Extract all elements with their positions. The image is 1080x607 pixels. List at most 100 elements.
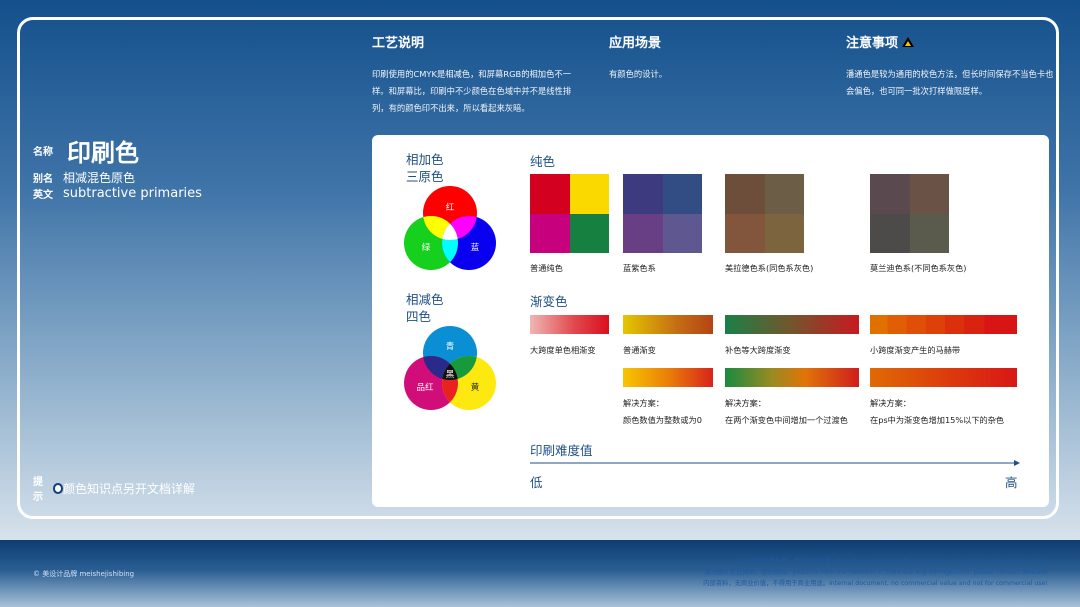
solution-block-1: 解决方案： 颜色数值为整数或为0 (623, 395, 702, 429)
note-value: 颜色知识点另开文档详解 (63, 481, 196, 496)
alias-tag: 别名 (33, 170, 63, 185)
difficulty-high: 高 (1005, 475, 1018, 490)
magenta-label: 品红 (416, 382, 434, 393)
additive-title-line1: 相加色 (406, 152, 444, 167)
swatch-cell (764, 213, 804, 253)
yellow-label: 黄 (471, 382, 480, 393)
subtractive-venn: 青 黑 品红 黄 (404, 326, 496, 410)
english-row: 英文 subtractive primaries (33, 186, 202, 201)
swatch-label-2: 蓝紫色系 (623, 263, 656, 273)
name-value: 印刷色 (67, 139, 139, 167)
gradient-bar-2 (623, 315, 713, 334)
additive-venn: 红 绿 蓝 (404, 186, 496, 270)
caution-title: 注意事项 (846, 32, 1056, 51)
swatch-group-1 (530, 174, 609, 253)
english-tag-text: 英文 (33, 190, 53, 201)
name-row: 名称 印刷色 (33, 133, 139, 168)
additive-title-line2: 三原色 (406, 169, 444, 184)
gradient-bar-1 (530, 315, 609, 334)
english-tag: 英文 (33, 186, 63, 201)
difficulty-arrow (530, 460, 1020, 466)
note-tag-text: 提示 (33, 477, 43, 503)
solution-text-2: 在两个渐变色中间增加一个过渡色 (725, 415, 848, 425)
tip-dot-icon (52, 482, 63, 494)
note-tag: 提示 (33, 473, 63, 503)
swatch-group-4 (870, 174, 949, 253)
process-section: 工艺说明 印刷使用的CMYK是相减色，和屏幕RGB的相加色不一样。和屏幕比，印刷… (372, 32, 582, 117)
disclaimer-line-3: 内部资料，无商业价值，不得用于商业用途。internal document, n… (703, 580, 1048, 587)
scene-title: 应用场景 (609, 36, 662, 51)
difficulty-low: 低 (530, 475, 543, 490)
footer-disclaimer: 以上内容仅供参考，请以实际为准。the above content is for… (628, 556, 1048, 589)
process-desc: 印刷使用的CMYK是相减色，和屏幕RGB的相加色不一样。和屏幕比，印刷中不少颜色… (372, 69, 572, 113)
blue-label: 蓝 (471, 242, 480, 253)
swatch-cell (623, 174, 663, 214)
solution-text-1: 颜色数值为整数或为0 (623, 415, 702, 425)
swatch-cell (725, 174, 765, 214)
gradient-label-3: 补色等大跨度渐变 (725, 345, 791, 355)
solution-block-2: 解决方案： 在两个渐变色中间增加一个过渡色 (725, 395, 848, 429)
swatch-cell (662, 174, 702, 214)
solution-title-2: 解决方案： (725, 398, 766, 408)
swatch-group-2 (623, 174, 702, 253)
main-card: 相加色 三原色 红 绿 蓝 相减色 四色 青 黑 品红 黄 纯色 普通纯色 蓝紫… (372, 135, 1049, 507)
swatch-label-3: 美拉德色系(同色系灰色) (725, 263, 814, 273)
cyan-label: 青 (446, 341, 455, 352)
footer-brand: © 美设计品牌 meishejishibing (33, 570, 135, 578)
swatch-cell (569, 174, 609, 214)
alias-value: 相减混色原色 (63, 171, 136, 185)
solution-bar-1 (623, 368, 713, 387)
red-label: 红 (446, 202, 455, 213)
swatch-cell (870, 213, 910, 253)
swatch-cell (569, 213, 609, 253)
scene-desc: 有颜色的设计。 (609, 69, 668, 79)
caution-title-text: 注意事项 (846, 36, 899, 51)
pure-title: 纯色 (530, 154, 556, 169)
name-tag-text: 名称 (33, 147, 53, 158)
swatch-cell (764, 174, 804, 214)
black-label: 黑 (446, 370, 455, 380)
caution-desc: 潘通色是较为通用的校色方法，但长时间保存不当色卡也会偏色，也可同一批次打样做限度… (846, 69, 1054, 96)
alias-row: 别名 相减混色原色 (33, 169, 135, 186)
additive-title: 相加色 三原色 (406, 151, 444, 185)
footer: © 美设计品牌 meishejishibing 以上内容仅供参考，请以实际为准。… (0, 540, 1080, 607)
scene-section: 应用场景 有颜色的设计。 (609, 32, 809, 83)
gradient-bar-3 (725, 315, 859, 334)
swatch-label-4: 莫兰迪色系(不同色系灰色) (870, 263, 967, 273)
gradient-bar-4 (870, 315, 1017, 334)
solution-block-3: 解决方案： 在ps中为渐变色增加15%以下的杂色 (870, 395, 1004, 429)
subtractive-title: 相减色 四色 (406, 291, 444, 325)
arrow-head-icon (1014, 460, 1020, 466)
solution-bar-3 (870, 368, 1017, 387)
swatch-cell (725, 213, 765, 253)
process-title: 工艺说明 (372, 32, 582, 51)
swatch-label-1: 普通纯色 (530, 263, 563, 273)
disclaimer-line-2: 部分图片来自网络，侵权删除。pictures from the network,… (704, 569, 1048, 576)
solution-title-3: 解决方案： (870, 398, 911, 408)
name-tag: 名称 (33, 143, 63, 158)
note-row: 提示 颜色知识点另开文档详解 (33, 473, 195, 503)
solution-text-3: 在ps中为渐变色增加15%以下的杂色 (870, 415, 1005, 425)
solution-title-1: 解决方案： (623, 398, 664, 408)
subtractive-title-line1: 相减色 (406, 292, 444, 307)
english-value: subtractive primaries (63, 186, 202, 201)
swatch-cell (530, 213, 570, 253)
swatch-cell (909, 213, 949, 253)
subtractive-title-line2: 四色 (406, 309, 432, 324)
gradient-title: 渐变色 (530, 294, 568, 309)
swatch-cell (870, 174, 910, 214)
gradient-label-2: 普通渐变 (623, 345, 656, 355)
gradient-label-1: 大跨度单色相渐变 (530, 345, 596, 355)
disclaimer-line-1: 以上内容仅供参考，请以实际为准。the above content is for… (736, 558, 1048, 565)
process-title-text: 工艺说明 (372, 36, 425, 51)
solution-bar-2 (725, 368, 859, 387)
difficulty-title: 印刷难度值 (530, 443, 593, 458)
gradient-label-4: 小跨度渐变产生的马赫带 (870, 345, 961, 355)
caution-section: 注意事项 潘通色是较为通用的校色方法，但长时间保存不当色卡也会偏色，也可同一批次… (846, 32, 1056, 100)
swatch-cell (623, 213, 663, 253)
green-label: 绿 (422, 242, 431, 253)
alias-tag-text: 别名 (33, 174, 53, 185)
swatch-cell (662, 213, 702, 253)
swatch-cell (530, 174, 570, 214)
warning-icon (902, 36, 915, 47)
